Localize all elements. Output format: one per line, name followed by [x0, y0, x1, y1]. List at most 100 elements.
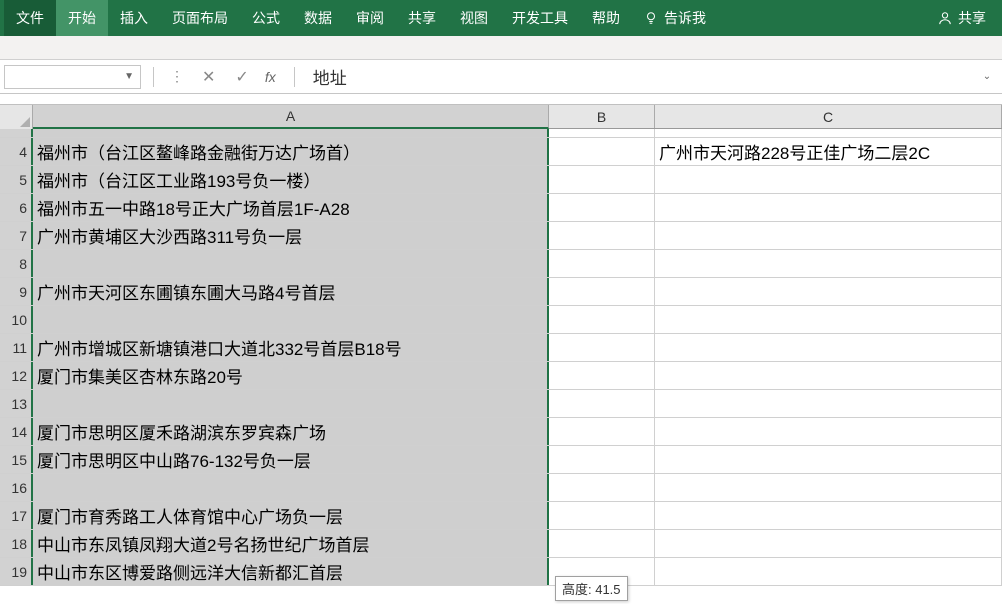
cell[interactable]: 中山市东区博爱路侧远洋大信新都汇首层	[33, 558, 549, 585]
cell[interactable]	[655, 418, 1002, 445]
chevron-down-icon[interactable]: ▼	[124, 71, 134, 82]
tab-page-layout[interactable]: 页面布局	[160, 0, 240, 36]
tell-me[interactable]: 告诉我	[632, 0, 718, 36]
name-box[interactable]: ▼	[4, 65, 141, 89]
cell[interactable]	[549, 418, 655, 445]
spacer	[0, 94, 1002, 105]
cell[interactable]	[549, 250, 655, 277]
cell[interactable]	[549, 306, 655, 333]
cell[interactable]	[33, 129, 549, 137]
lightbulb-icon	[644, 11, 658, 25]
row-header[interactable]: 11	[0, 334, 33, 361]
cell[interactable]	[33, 250, 549, 277]
cell[interactable]	[655, 446, 1002, 473]
cell[interactable]	[655, 474, 1002, 501]
row-header[interactable]: 10	[0, 306, 33, 333]
cell[interactable]	[655, 390, 1002, 417]
cell[interactable]	[655, 530, 1002, 557]
tab-view[interactable]: 视图	[448, 0, 500, 36]
tab-data[interactable]: 数据	[292, 0, 344, 36]
cell[interactable]	[655, 129, 1002, 137]
col-header-A[interactable]: A	[33, 105, 549, 129]
fx-label[interactable]: fx	[265, 69, 276, 85]
row-header[interactable]: 14	[0, 418, 33, 445]
cell[interactable]: 广州市天河路228号正佳广场二层2C	[655, 138, 1002, 165]
person-icon	[938, 11, 952, 25]
row-header[interactable]: 5	[0, 166, 33, 193]
tab-formulas[interactable]: 公式	[240, 0, 292, 36]
row-header[interactable]: 13	[0, 390, 33, 417]
tab-developer[interactable]: 开发工具	[500, 0, 580, 36]
cell[interactable]	[655, 502, 1002, 529]
cell[interactable]: 厦门市育秀路工人体育馆中心广场负一层	[33, 502, 549, 529]
row-header[interactable]: 8	[0, 250, 33, 277]
cell[interactable]: 福州市（台江区鳌峰路金融街万达广场首）	[33, 138, 549, 165]
cell[interactable]: 福州市（台江区工业路193号负一楼）	[33, 166, 549, 193]
tab-insert[interactable]: 插入	[108, 0, 160, 36]
row-header[interactable]: 7	[0, 222, 33, 249]
cell[interactable]	[549, 390, 655, 417]
cell[interactable]	[655, 250, 1002, 277]
row-header[interactable]: 4	[0, 138, 33, 165]
table-row: 9广州市天河区东圃镇东圃大马路4号首层	[0, 278, 1002, 306]
cell[interactable]	[33, 306, 549, 333]
cell[interactable]	[655, 558, 1002, 585]
table-row: 18中山市东凤镇凤翔大道2号名扬世纪广场首层	[0, 530, 1002, 558]
tab-help[interactable]: 帮助	[580, 0, 632, 36]
cell[interactable]	[549, 278, 655, 305]
row-header[interactable]	[0, 129, 33, 137]
tab-share[interactable]: 共享	[396, 0, 448, 36]
row-header[interactable]: 19	[0, 558, 33, 585]
cell[interactable]	[549, 166, 655, 193]
tab-file[interactable]: 文件	[4, 0, 56, 36]
cell[interactable]	[655, 194, 1002, 221]
cell[interactable]	[549, 138, 655, 165]
cell[interactable]	[655, 306, 1002, 333]
select-all-button[interactable]	[0, 105, 33, 129]
cell[interactable]	[549, 502, 655, 529]
cell[interactable]	[33, 390, 549, 417]
cell[interactable]	[549, 446, 655, 473]
cancel-icon[interactable]: ✕	[202, 67, 215, 87]
row-header[interactable]: 12	[0, 362, 33, 389]
row-header[interactable]: 17	[0, 502, 33, 529]
cell[interactable]	[549, 334, 655, 361]
cell[interactable]	[655, 362, 1002, 389]
cell[interactable]	[655, 222, 1002, 249]
ribbon-tabs-bar: 文件 开始 插入 页面布局 公式 数据 审阅 共享 视图 开发工具 帮助 告诉我…	[0, 0, 1002, 36]
share-button[interactable]: 共享	[926, 0, 998, 36]
enter-icon[interactable]: ✓	[235, 67, 248, 87]
table-row: 19中山市东区博爱路侧远洋大信新都汇首层	[0, 558, 1002, 586]
cell[interactable]: 厦门市集美区杏林东路20号	[33, 362, 549, 389]
row-header[interactable]: 15	[0, 446, 33, 473]
table-row: 8	[0, 250, 1002, 278]
expand-formula-icon[interactable]: ⌄	[972, 71, 1002, 82]
cell[interactable]: 中山市东凤镇凤翔大道2号名扬世纪广场首层	[33, 530, 549, 557]
formula-input[interactable]: 地址	[303, 60, 972, 93]
row-header[interactable]: 6	[0, 194, 33, 221]
cell[interactable]: 广州市黄埔区大沙西路311号负一层	[33, 222, 549, 249]
row-header[interactable]: 9	[0, 278, 33, 305]
cell[interactable]: 福州市五一中路18号正大广场首层1F-A28	[33, 194, 549, 221]
col-header-B[interactable]: B	[549, 105, 655, 128]
tab-home[interactable]: 开始	[56, 0, 108, 36]
row-header[interactable]: 18	[0, 530, 33, 557]
cell[interactable]	[549, 222, 655, 249]
cell[interactable]: 厦门市思明区厦禾路湖滨东罗宾森广场	[33, 418, 549, 445]
cell[interactable]	[655, 278, 1002, 305]
cell[interactable]	[549, 474, 655, 501]
cell[interactable]: 厦门市思明区中山路76-132号负一层	[33, 446, 549, 473]
cell[interactable]	[549, 129, 655, 137]
cell[interactable]	[549, 194, 655, 221]
row-header[interactable]: 16	[0, 474, 33, 501]
cell[interactable]	[655, 166, 1002, 193]
cell[interactable]	[33, 474, 549, 501]
col-header-C[interactable]: C	[655, 105, 1002, 128]
dots-icon: ⋮	[170, 68, 184, 85]
cell[interactable]	[655, 334, 1002, 361]
cell[interactable]	[549, 530, 655, 557]
cell[interactable]	[549, 362, 655, 389]
cell[interactable]: 广州市天河区东圃镇东圃大马路4号首层	[33, 278, 549, 305]
cell[interactable]: 广州市增城区新塘镇港口大道北332号首层B18号	[33, 334, 549, 361]
tab-review[interactable]: 审阅	[344, 0, 396, 36]
